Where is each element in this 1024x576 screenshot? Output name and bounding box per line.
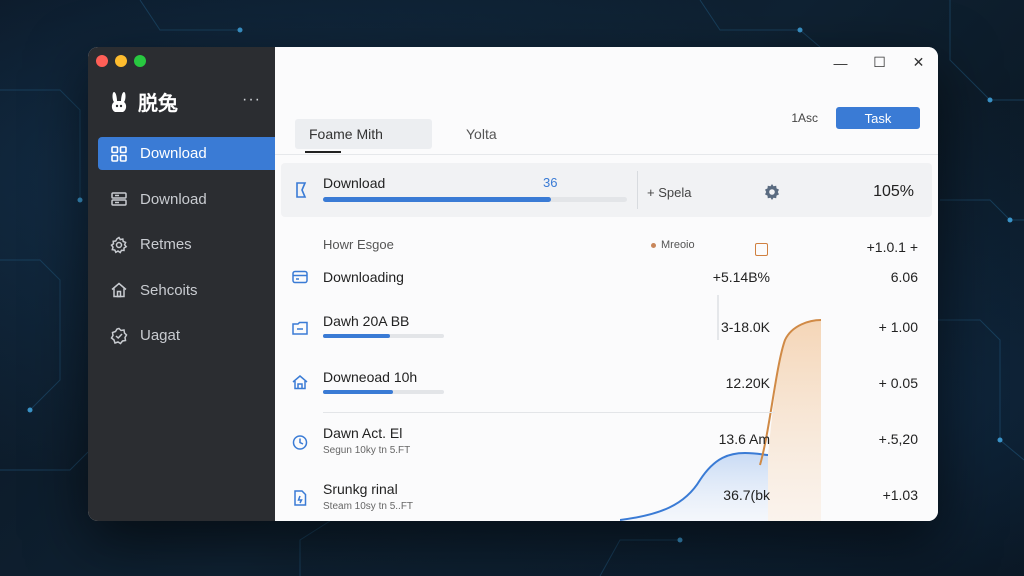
speed-label: + Spela xyxy=(647,185,692,200)
sidebar-item-label: Download xyxy=(140,145,207,162)
sidebar-nav: Download Download Retmes Sehcoits Uagat xyxy=(98,137,275,365)
chart-legend: Mreoio xyxy=(651,239,695,251)
rabbit-logo-icon xyxy=(111,91,127,112)
tab-foame-mith[interactable]: Foame Mith xyxy=(295,119,432,153)
zoom-window-button[interactable] xyxy=(134,55,146,67)
download-flag-icon xyxy=(296,182,307,198)
minimize-icon[interactable]: — xyxy=(833,55,848,71)
item-subtitle: Segun 10ky tn 5.FT xyxy=(323,445,411,456)
sidebar-item-label: Sehcoits xyxy=(140,281,198,299)
list-item[interactable]: Downeoad 10h 12.20K + 0.05 xyxy=(275,359,938,409)
item-delta: +.5,20 xyxy=(878,431,918,447)
house-icon xyxy=(292,375,308,390)
list-item[interactable]: Dawn Act. El Segun 10ky tn 5.FT 13.6 Am … xyxy=(275,415,938,465)
sidebar-item-uagat[interactable]: Uagat xyxy=(98,319,275,352)
settings-gear-icon[interactable] xyxy=(763,183,781,201)
close-window-button[interactable] xyxy=(96,55,108,67)
item-progress xyxy=(323,390,444,394)
item-label: Dawn Act. El xyxy=(323,425,403,441)
close-icon[interactable]: ✕ xyxy=(911,54,926,70)
card-icon xyxy=(292,270,308,284)
app-brand: 脱兔 xyxy=(108,87,178,116)
item-size: 3-18.0K xyxy=(720,319,770,335)
traffic-lights xyxy=(96,55,146,67)
server-icon xyxy=(111,192,127,206)
active-download-label: Download xyxy=(323,175,386,191)
item-size: 36.7(bk xyxy=(723,487,770,503)
maximize-icon[interactable]: ☐ xyxy=(872,54,887,70)
active-download-progress xyxy=(323,197,627,202)
item-label: Downloading xyxy=(323,269,404,285)
sidebar-item-retmes[interactable]: Retmes xyxy=(98,228,275,261)
gear-icon xyxy=(110,235,128,254)
progress-fill xyxy=(323,197,551,202)
sidebar-item-label: Download xyxy=(140,190,207,208)
grid-icon xyxy=(111,145,127,162)
legend-dot xyxy=(651,242,656,248)
clock-icon xyxy=(292,435,308,450)
more-menu-icon[interactable]: ··· xyxy=(242,91,261,109)
row-separator xyxy=(637,171,638,209)
item-size: +5.14B% xyxy=(712,269,770,285)
item-delta: +1.03 xyxy=(882,487,918,503)
legend-label: Mreoio xyxy=(661,239,695,251)
app-window: 脱兔 ··· Download Download Retmes Sehcoits… xyxy=(88,47,938,521)
active-download-percent: 105% xyxy=(873,183,914,200)
list-item[interactable]: Srunkg rinal Steam 10sy tn 5..FT 36.7(bk… xyxy=(275,471,938,521)
list-item[interactable]: Downloading +5.14B% 6.06 xyxy=(275,253,938,303)
progress-fill xyxy=(323,390,394,394)
sidebar-item-label: Retmes xyxy=(140,236,192,253)
sort-label[interactable]: 1Asc xyxy=(791,111,818,125)
badge-icon xyxy=(110,327,128,344)
item-label: Dawh 20A BB xyxy=(323,313,410,329)
minimize-window-button[interactable] xyxy=(115,55,127,67)
item-delta: + 0.05 xyxy=(878,375,918,391)
item-label: Srunkg rinal xyxy=(323,481,398,497)
window-controls: — ☐ ✕ xyxy=(833,54,926,71)
list-item[interactable]: Dawh 20A BB 3-18.0K + 1.00 xyxy=(275,303,938,353)
folder-icon xyxy=(292,321,308,335)
sidebar: 脱兔 ··· Download Download Retmes Sehcoits… xyxy=(88,47,275,521)
item-subtitle: Steam 10sy tn 5..FT xyxy=(323,501,414,512)
home-icon xyxy=(111,282,127,298)
tab-bar: Foame Mith Yolta xyxy=(295,119,511,153)
active-download-row[interactable]: Download 36 + Spela 105% xyxy=(281,163,932,217)
list-header-title: Howr Esgoe xyxy=(323,237,394,252)
active-download-count: 36 xyxy=(543,175,558,190)
item-size: 13.6 Am xyxy=(718,431,770,447)
list-divider xyxy=(323,412,775,413)
progress-fill xyxy=(323,334,390,338)
item-label: Downeoad 10h xyxy=(323,369,418,385)
tab-yolta[interactable]: Yolta xyxy=(452,119,511,149)
task-button[interactable]: Task xyxy=(836,107,920,129)
item-size: 12.20K xyxy=(725,375,770,391)
sidebar-item-download-2[interactable]: Download xyxy=(98,183,275,216)
item-delta: + 1.00 xyxy=(878,319,918,335)
item-delta: 6.06 xyxy=(890,269,918,285)
app-name: 脱兔 xyxy=(138,93,178,115)
sidebar-item-download[interactable]: Download xyxy=(98,137,275,170)
main-panel: — ☐ ✕ Foame Mith Yolta 1Asc Task Downloa… xyxy=(275,47,938,521)
file-icon xyxy=(294,490,307,506)
header-actions: 1Asc Task xyxy=(791,107,920,129)
sidebar-item-sehcoits[interactable]: Sehcoits xyxy=(98,274,275,307)
header-divider xyxy=(275,154,938,155)
sidebar-item-label: Uagat xyxy=(140,327,181,344)
item-progress xyxy=(323,334,444,338)
